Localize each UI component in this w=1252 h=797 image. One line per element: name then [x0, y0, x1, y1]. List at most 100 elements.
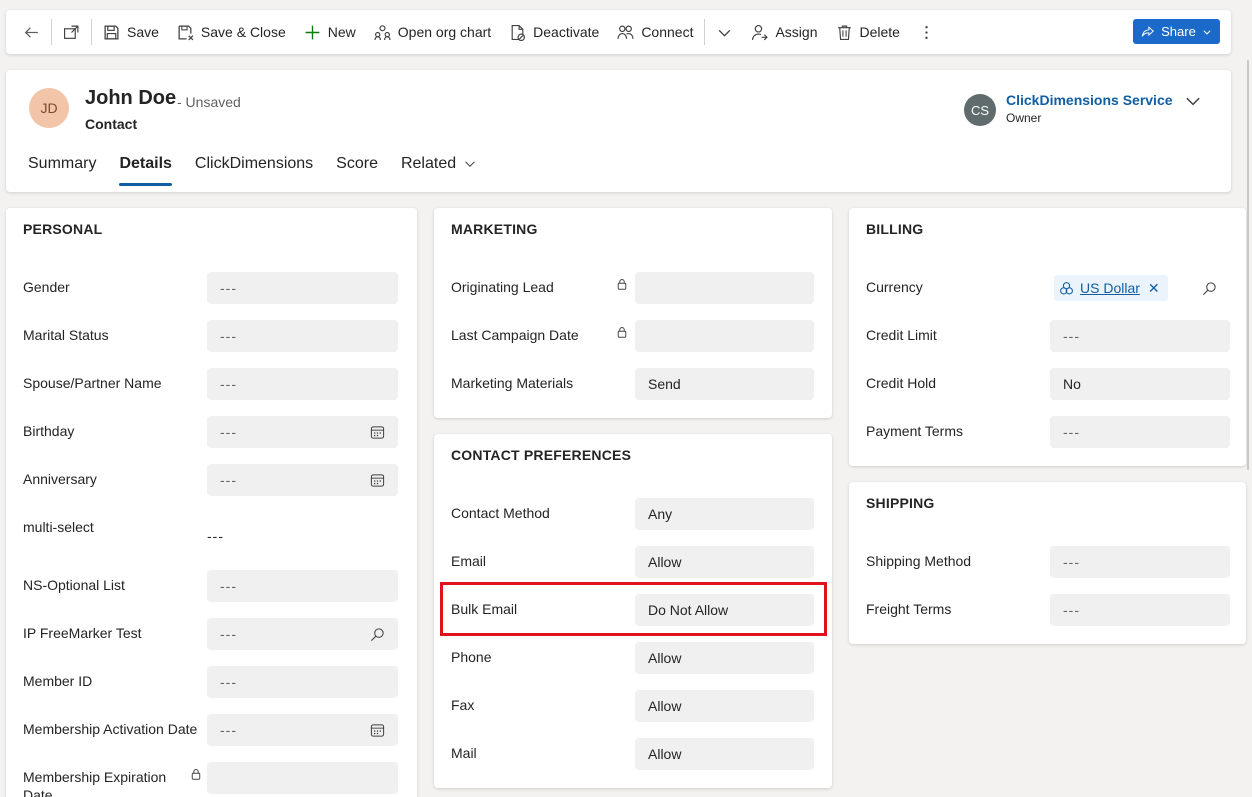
- tab-related-label: Related: [400, 155, 457, 172]
- org-chart-label: Open org chart: [397, 24, 492, 40]
- membership-activation-date-input[interactable]: ---: [207, 714, 398, 746]
- shipping-method-select[interactable]: ---: [1050, 546, 1230, 578]
- field-value: Allow: [648, 746, 682, 762]
- gender-select[interactable]: ---: [207, 272, 398, 304]
- last-campaign-date-input[interactable]: [635, 320, 814, 352]
- field-value: ---: [220, 376, 237, 392]
- lock-icon: [617, 279, 627, 290]
- remove-currency-icon[interactable]: ✕: [1148, 280, 1160, 297]
- ip-freemarker-lookup[interactable]: ---: [207, 618, 398, 650]
- new-button[interactable]: New: [295, 10, 365, 54]
- member-id-input[interactable]: ---: [207, 666, 398, 698]
- record-avatar: JD: [29, 88, 69, 128]
- field-marketing-materials: Marketing Materials Send: [434, 367, 832, 400]
- separator: [704, 19, 706, 45]
- field-contact-method: Contact Method Any: [434, 497, 832, 530]
- field-label: Spouse/Partner Name: [23, 375, 162, 391]
- assign-button[interactable]: Assign: [742, 10, 826, 54]
- section-title: CONTACT PREFERENCES: [451, 447, 632, 463]
- tab-score[interactable]: Score: [336, 148, 378, 180]
- save-close-label: Save & Close: [200, 24, 286, 40]
- chevron-down-icon: [719, 29, 731, 37]
- save-close-icon: [178, 24, 194, 40]
- tab-clickdimensions[interactable]: ClickDimensions: [195, 148, 313, 180]
- field-email: Email Allow: [434, 545, 832, 578]
- credit-hold-toggle[interactable]: No: [1050, 368, 1230, 400]
- freight-terms-select[interactable]: ---: [1050, 594, 1230, 626]
- expand-header-chevron-icon[interactable]: [1184, 92, 1202, 110]
- field-label: Shipping Method: [866, 553, 972, 569]
- chevron-down-icon: [1203, 29, 1211, 35]
- credit-limit-input[interactable]: ---: [1050, 320, 1230, 352]
- field-last-campaign-date: Last Campaign Date: [434, 319, 832, 352]
- fax-toggle[interactable]: Allow: [635, 690, 814, 722]
- new-label: New: [327, 24, 356, 40]
- trash-icon: [837, 25, 851, 40]
- open-new-window-button[interactable]: [54, 10, 89, 54]
- field-label: Marital Status: [23, 327, 109, 343]
- currency-lookup-chip[interactable]: US Dollar ✕: [1054, 275, 1168, 301]
- delete-button[interactable]: Delete: [827, 10, 909, 54]
- search-icon[interactable]: [1202, 281, 1217, 296]
- field-shipping-method: Shipping Method ---: [849, 545, 1246, 578]
- contact-method-select[interactable]: Any: [635, 498, 814, 530]
- field-value: ---: [220, 424, 237, 440]
- tab-related[interactable]: Related: [401, 148, 476, 180]
- save-button[interactable]: Save: [94, 10, 168, 54]
- more-commands-button[interactable]: [909, 10, 944, 54]
- page-scrollbar[interactable]: [1247, 60, 1249, 470]
- deactivate-icon: [511, 24, 526, 41]
- marketing-materials-select[interactable]: Send: [635, 368, 814, 400]
- back-button[interactable]: [14, 10, 49, 54]
- record-entity-type: Contact: [85, 116, 138, 132]
- field-label: Gender: [23, 279, 70, 295]
- field-label: IP FreeMarker Test: [23, 625, 142, 641]
- field-value: Allow: [648, 554, 682, 570]
- marital-status-select[interactable]: ---: [207, 320, 398, 352]
- currency-link[interactable]: US Dollar: [1080, 280, 1140, 296]
- ns-optional-list-select[interactable]: ---: [207, 570, 398, 602]
- calendar-icon[interactable]: [370, 723, 385, 738]
- calendar-icon[interactable]: [370, 425, 385, 440]
- payment-terms-select[interactable]: ---: [1050, 416, 1230, 448]
- calendar-icon[interactable]: [370, 473, 385, 488]
- field-value: ---: [1063, 328, 1080, 344]
- tab-details[interactable]: Details: [119, 148, 173, 186]
- mail-toggle[interactable]: Allow: [635, 738, 814, 770]
- currency-lookup[interactable]: US Dollar ✕: [1050, 272, 1230, 304]
- owner-link[interactable]: ClickDimensions Service: [1006, 92, 1173, 108]
- connect-more-dropdown[interactable]: [707, 10, 742, 54]
- field-value: ---: [220, 722, 237, 738]
- share-label: Share: [1161, 24, 1196, 39]
- assign-label: Assign: [775, 24, 818, 40]
- field-label: Credit Limit: [866, 327, 937, 343]
- open-org-chart-button[interactable]: Open org chart: [365, 10, 500, 54]
- field-marital-status: Marital Status ---: [6, 319, 417, 352]
- tab-summary[interactable]: Summary: [28, 148, 96, 180]
- multi-select-input[interactable]: ---: [207, 520, 398, 552]
- birthday-date-input[interactable]: ---: [207, 416, 398, 448]
- field-credit-limit: Credit Limit ---: [849, 319, 1246, 352]
- membership-expiration-date-input[interactable]: [207, 762, 398, 794]
- section-billing: BILLING Currency US Dollar ✕ Credit Limi…: [849, 208, 1246, 466]
- more-vertical-icon: [925, 25, 928, 39]
- deactivate-button[interactable]: Deactivate: [500, 10, 608, 54]
- field-payment-terms: Payment Terms ---: [849, 415, 1246, 448]
- field-value: ---: [220, 674, 237, 690]
- connect-button[interactable]: Connect: [608, 10, 702, 54]
- phone-toggle[interactable]: Allow: [635, 642, 814, 674]
- field-ip-freemarker-test: IP FreeMarker Test ---: [6, 617, 417, 650]
- anniversary-date-input[interactable]: ---: [207, 464, 398, 496]
- originating-lead-input[interactable]: [635, 272, 814, 304]
- field-mail: Mail Allow: [434, 737, 832, 770]
- field-member-id: Member ID ---: [6, 665, 417, 698]
- field-multi-select: multi-select ---: [6, 511, 417, 544]
- save-close-button[interactable]: Save & Close: [168, 10, 295, 54]
- search-icon[interactable]: [370, 627, 385, 642]
- field-value: ---: [220, 472, 237, 488]
- spouse-name-input[interactable]: ---: [207, 368, 398, 400]
- field-label: Fax: [451, 697, 475, 713]
- share-button[interactable]: Share: [1133, 19, 1220, 44]
- unsaved-indicator: - Unsaved: [177, 94, 241, 110]
- email-toggle[interactable]: Allow: [635, 546, 814, 578]
